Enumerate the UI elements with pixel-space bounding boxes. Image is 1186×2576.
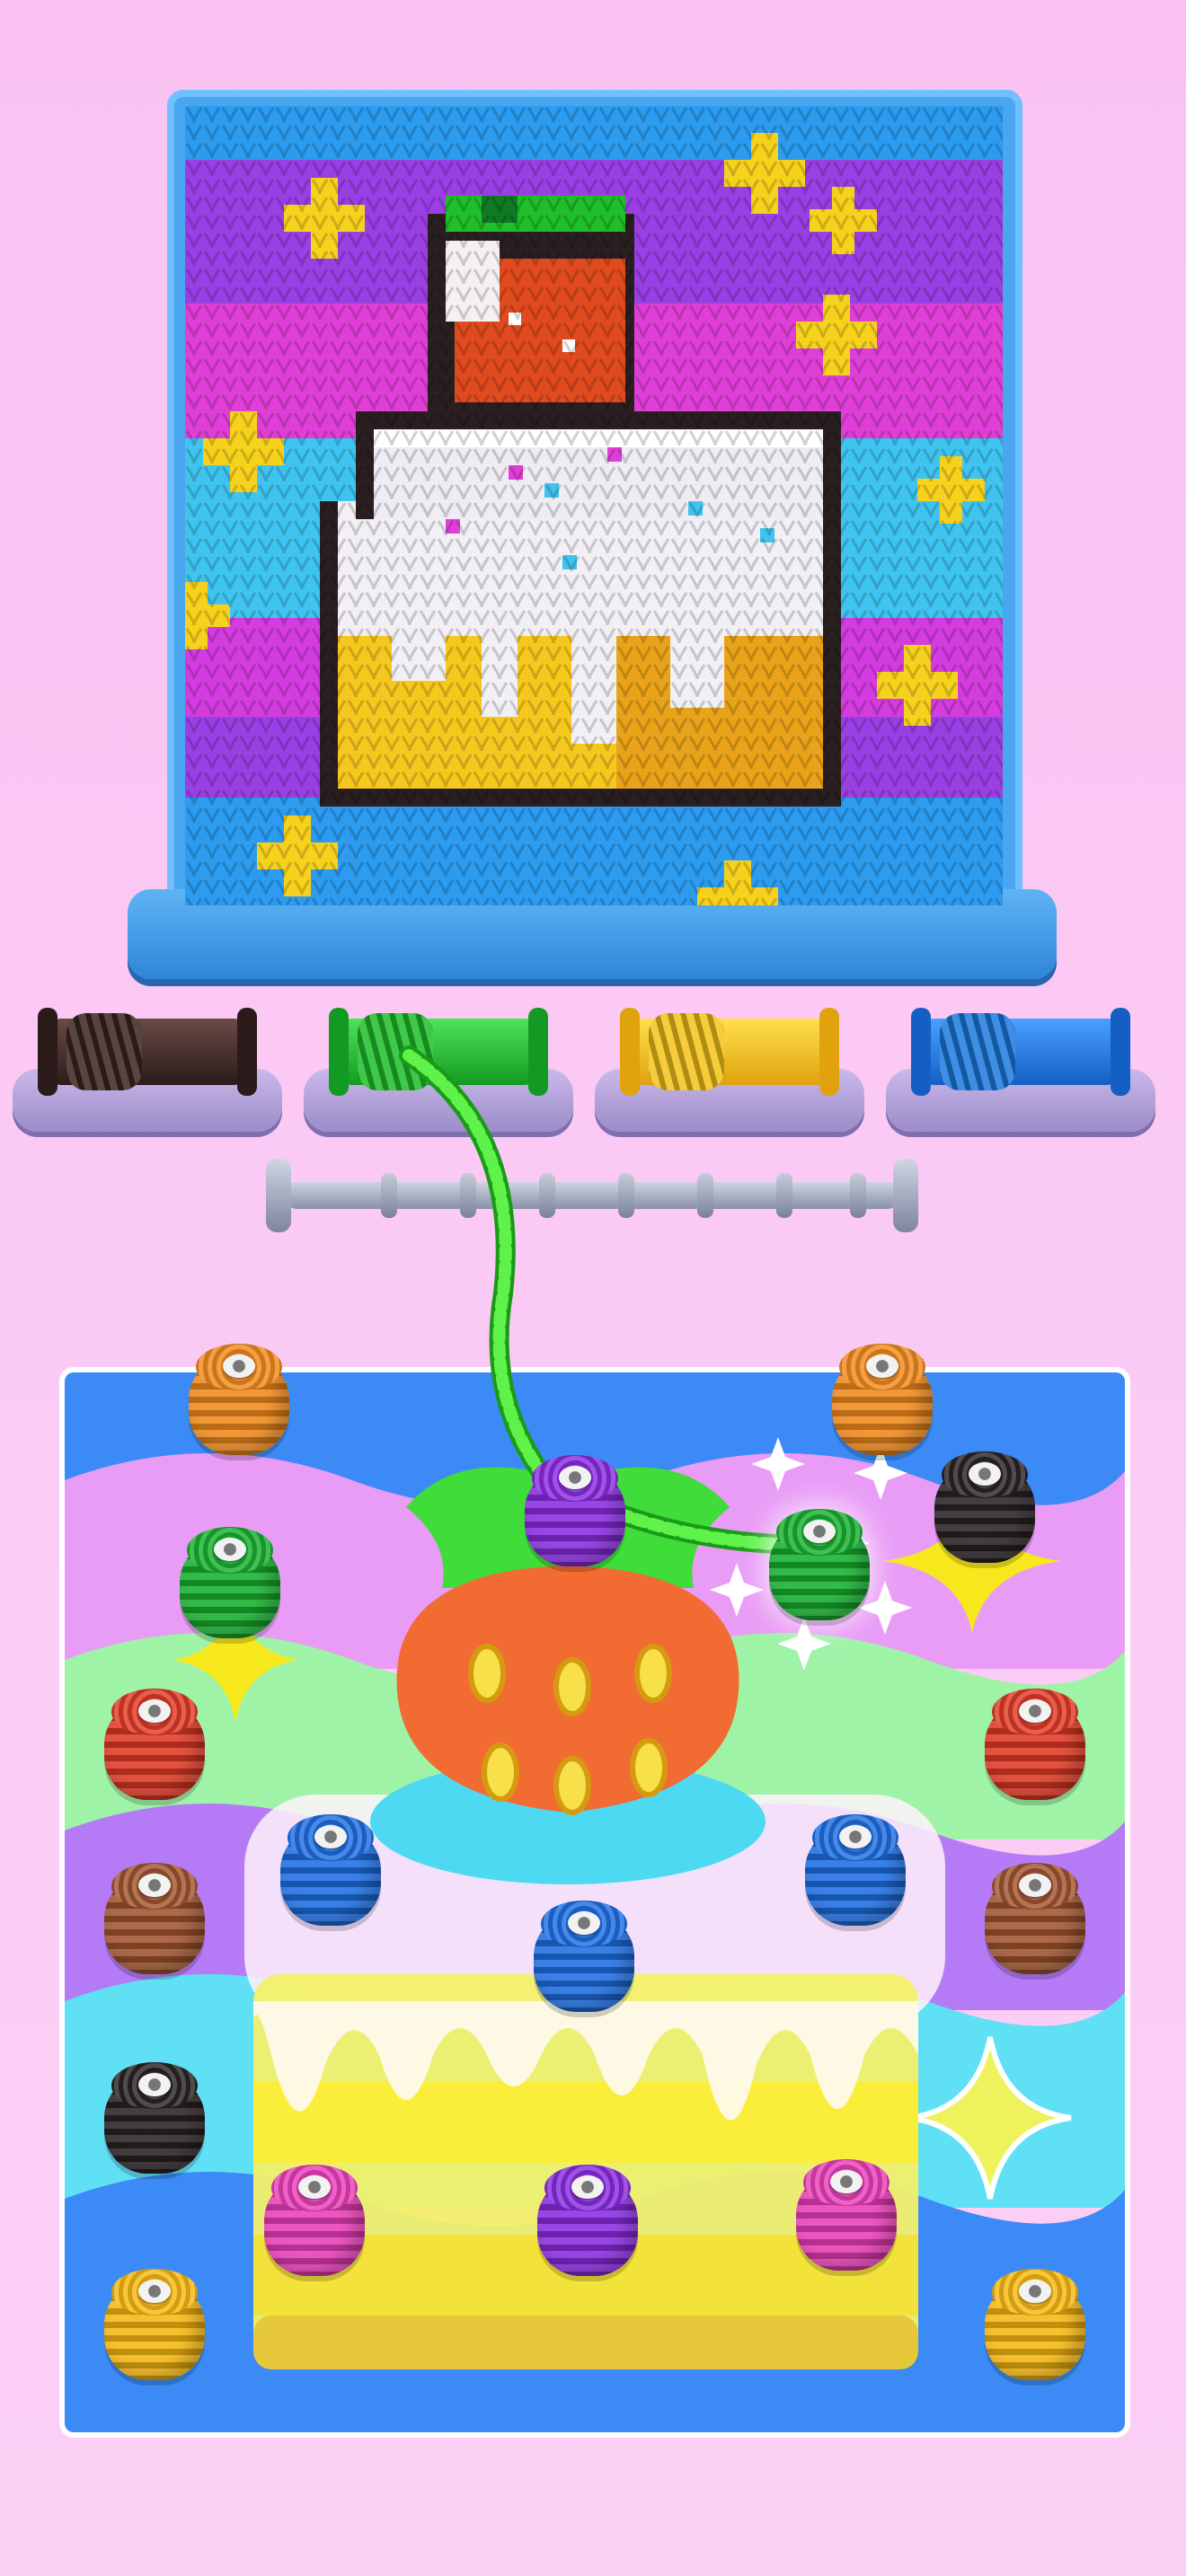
spool-hole — [568, 1911, 600, 1935]
spool-hole — [1019, 1874, 1051, 1897]
game-scene — [0, 0, 1186, 2576]
board-cake-layer — [253, 2082, 918, 2163]
spool-hole — [298, 2175, 331, 2199]
thread-spool-green-selected[interactable] — [769, 1509, 870, 1626]
spool-hole — [559, 1466, 591, 1489]
spool-hole — [138, 2280, 171, 2303]
spool-hole — [803, 1520, 836, 1543]
thread-spool-black-2[interactable] — [104, 2062, 205, 2179]
spool-hole — [830, 2170, 863, 2193]
thread-spool-orange-2[interactable] — [832, 1344, 933, 1460]
board-cake-base — [253, 2316, 918, 2369]
rail-slot[interactable] — [850, 1173, 866, 1218]
thread-spool-orange-1[interactable] — [189, 1344, 289, 1460]
spool-hole — [138, 1699, 171, 1723]
knit-picture-grid — [185, 106, 1003, 905]
spool-hole — [1019, 1699, 1051, 1723]
thread-spool-purple-top[interactable] — [525, 1455, 625, 1572]
spool-cap-left — [329, 1008, 349, 1096]
thread-spool-red-1[interactable] — [104, 1689, 205, 1805]
spool-cap-right — [528, 1008, 548, 1096]
spool-cap-right — [1111, 1008, 1130, 1096]
spool-slot-dark-brown[interactable] — [13, 1006, 282, 1141]
thread-spool-brown-1[interactable] — [104, 1863, 205, 1980]
spool-cap-left — [620, 1008, 640, 1096]
rail-slot[interactable] — [381, 1173, 397, 1218]
thread-spool-brown-2[interactable] — [985, 1863, 1085, 1980]
rail-slot[interactable] — [460, 1173, 476, 1218]
spool-hole — [138, 2073, 171, 2096]
spool-rope — [649, 1013, 724, 1090]
thread-spool-red-2[interactable] — [985, 1689, 1085, 1805]
thread-spool-black-1[interactable] — [934, 1451, 1035, 1568]
thread-spool-green-1[interactable] — [180, 1527, 280, 1644]
thread-spool-blue-2[interactable] — [805, 1814, 906, 1931]
spool-cap-right — [237, 1008, 257, 1096]
rail-slot[interactable] — [776, 1173, 792, 1218]
spool-cap-right — [819, 1008, 839, 1096]
thread-spool-blue-1[interactable] — [280, 1814, 381, 1931]
spool-hole — [314, 1825, 347, 1848]
spool-rope — [66, 1013, 142, 1090]
spool-slot-blue[interactable] — [886, 1006, 1155, 1141]
rail-end-left — [266, 1159, 291, 1232]
holding-rail[interactable] — [266, 1159, 918, 1232]
thread-spool-yellow-1[interactable] — [104, 2269, 205, 2386]
spool-cap-left — [911, 1008, 931, 1096]
spool-hole — [571, 2175, 604, 2199]
spool-slot-yellow[interactable] — [595, 1006, 864, 1141]
spool-slot-green-active[interactable] — [304, 1006, 573, 1141]
spool-hole — [866, 1354, 898, 1378]
spool-rope — [358, 1013, 433, 1090]
spool-hole — [223, 1354, 255, 1378]
spool-hole — [839, 1825, 872, 1848]
thread-spool-yellow-2[interactable] — [985, 2269, 1085, 2386]
spool-rope — [940, 1013, 1015, 1090]
spool-cap-left — [38, 1008, 58, 1096]
rail-slot[interactable] — [618, 1173, 634, 1218]
thread-spool-blue-3[interactable] — [534, 1901, 634, 2017]
spool-hole — [138, 1874, 171, 1897]
thread-spool-purple-2[interactable] — [537, 2165, 638, 2281]
rail-bar — [284, 1182, 900, 1209]
spool-hole — [969, 1462, 1001, 1486]
spool-hole — [214, 1538, 246, 1561]
spool-hole — [1019, 2280, 1051, 2303]
rail-end-right — [893, 1159, 918, 1232]
thread-spool-pink-1[interactable] — [264, 2165, 365, 2281]
rail-slot[interactable] — [539, 1173, 555, 1218]
thread-spool-pink-2[interactable] — [796, 2159, 897, 2276]
rail-slot[interactable] — [697, 1173, 713, 1218]
